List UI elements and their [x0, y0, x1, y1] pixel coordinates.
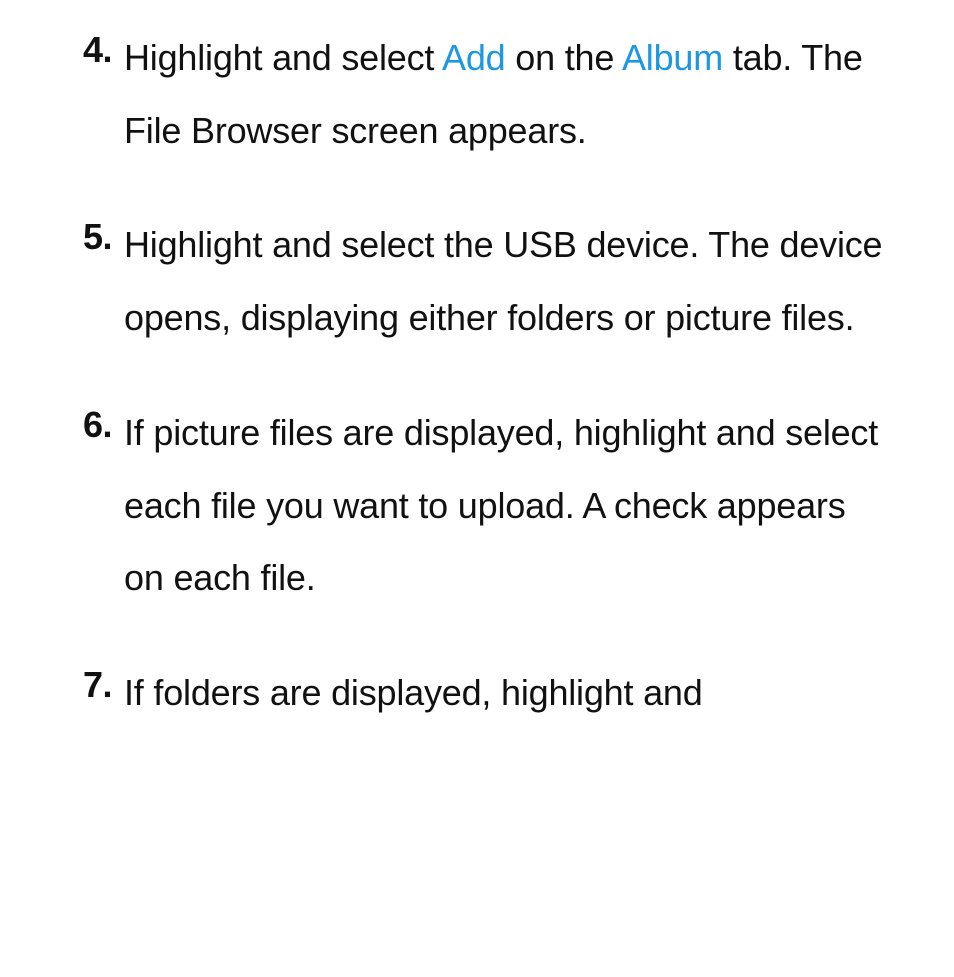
text-run: Highlight and select the USB device. The… — [124, 224, 882, 338]
item-body: If folders are displayed, highlight and — [118, 657, 703, 730]
list-item: 6. If picture files are displayed, highl… — [70, 397, 894, 615]
accent-text-add: Add — [442, 37, 505, 78]
text-run: If picture files are displayed, highligh… — [124, 412, 878, 598]
item-number: 6. — [70, 397, 118, 453]
item-number: 7. — [70, 657, 118, 713]
item-body: If picture files are displayed, highligh… — [118, 397, 894, 615]
item-number: 5. — [70, 209, 118, 265]
text-run: If folders are displayed, highlight and — [124, 672, 703, 713]
text-run: Highlight and select — [124, 37, 442, 78]
text-run: on the — [505, 37, 622, 78]
list-item: 4. Highlight and select Add on the Album… — [70, 22, 894, 167]
item-body: Highlight and select the USB device. The… — [118, 209, 894, 354]
accent-text-album: Album — [622, 37, 723, 78]
item-body: Highlight and select Add on the Album ta… — [118, 22, 894, 167]
list-item: 7. If folders are displayed, highlight a… — [70, 657, 894, 730]
instruction-page: 4. Highlight and select Add on the Album… — [0, 0, 954, 730]
item-number: 4. — [70, 22, 118, 78]
list-item: 5. Highlight and select the USB device. … — [70, 209, 894, 354]
